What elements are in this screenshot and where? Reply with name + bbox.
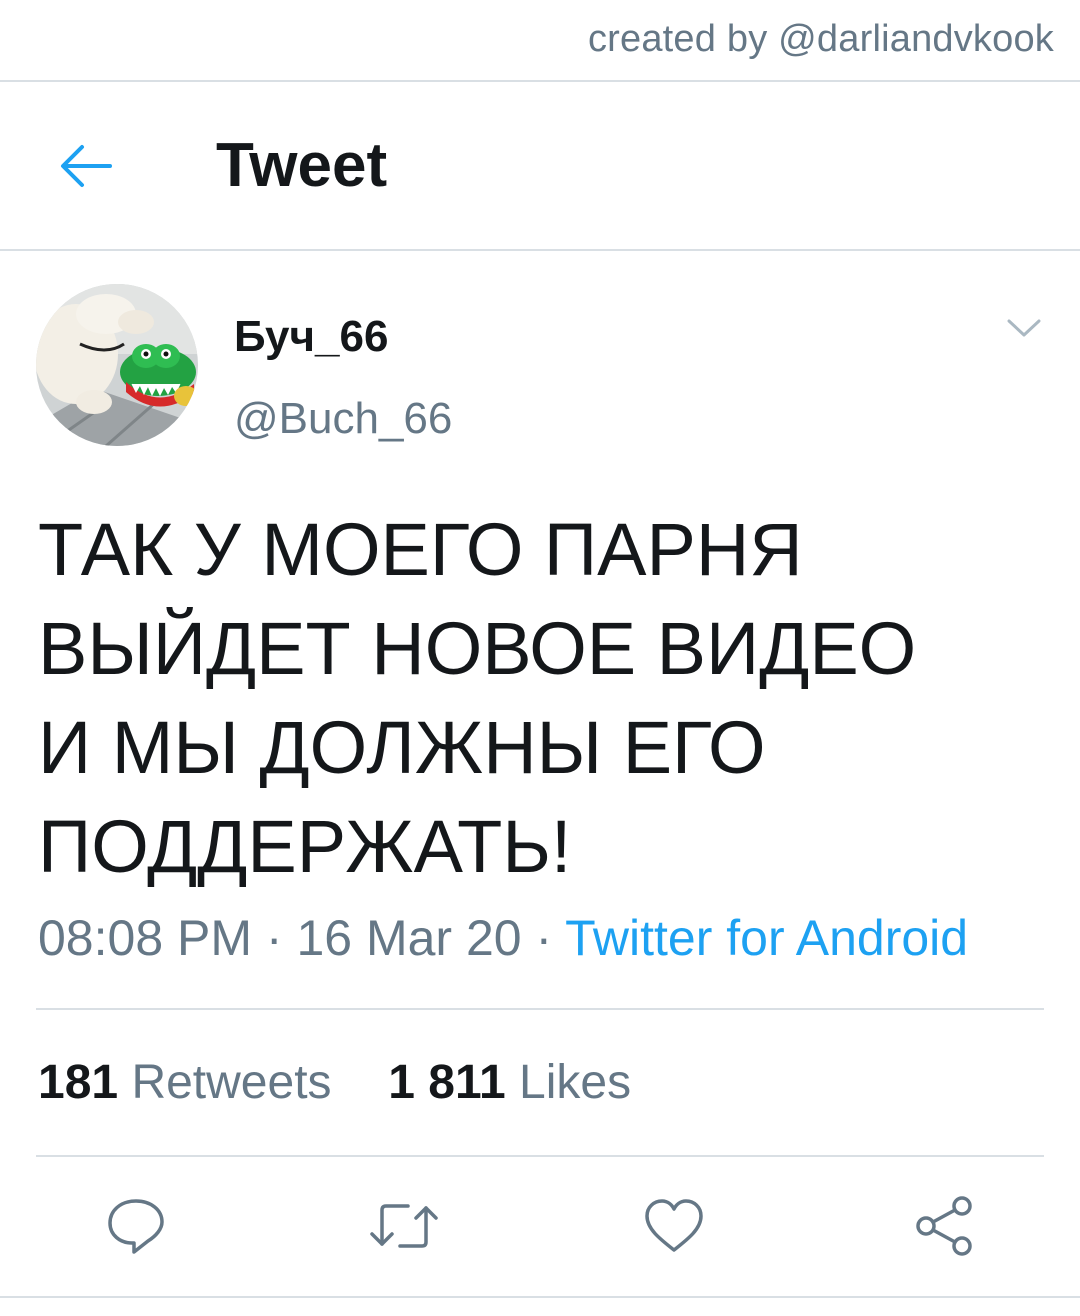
arrow-left-icon [61,145,112,187]
back-button[interactable] [54,134,118,198]
tweet-text: ТАК У МОЕГО ПАРНЯ ВЫЙДЕТ НОВОЕ ВИДЕО И М… [38,500,1048,896]
top-app-bar: Tweet [0,82,1080,250]
tweet-source-link[interactable]: Twitter for Android [565,910,968,966]
likes-label: Likes [519,1056,632,1109]
tweet-options-button[interactable] [1002,310,1046,346]
share-button[interactable] [904,1186,984,1266]
divider [0,1296,1080,1298]
avatar[interactable] [36,284,198,446]
tweet-text-line: ПОДДЕРЖАТЬ! [38,805,572,888]
tweet-stats: 181 Retweets 1 811 Likes [38,1052,631,1114]
tweet-metadata: 08:08 PM · 16 Mar 20 · Twitter for Andro… [38,906,968,970]
divider [36,1155,1044,1157]
tweet-actions-bar [0,1186,1080,1266]
tweet-text-line: ВЫЙДЕТ НОВОЕ ВИДЕО [38,607,917,690]
retweet-icon [370,1204,438,1248]
divider [36,1008,1044,1010]
meta-separator: · [521,910,566,966]
retweets-label: Retweets [131,1056,332,1109]
reply-button[interactable] [96,1186,176,1266]
meta-separator: · [252,910,297,966]
tweet-time: 08:08 PM [38,910,253,966]
like-button[interactable] [634,1186,714,1266]
retweets-count: 181 [38,1056,119,1109]
retweets-stat[interactable]: 181 Retweets [38,1056,332,1109]
likes-count: 1 811 [388,1056,506,1109]
like-heart-icon [645,1199,703,1252]
tweet-text-line: ТАК У МОЕГО ПАРНЯ [38,508,803,591]
author-handle[interactable]: @Buch_66 [234,392,452,446]
dog-with-crocodile-toy-photo [36,284,198,446]
divider [0,249,1080,251]
chevron-down-icon [1007,319,1041,337]
share-icon [916,1196,972,1256]
page-title: Tweet [216,131,388,200]
likes-stat[interactable]: 1 811 Likes [388,1056,631,1109]
retweet-button[interactable] [364,1186,444,1266]
tweet-text-line: И МЫ ДОЛЖНЫ ЕГО [38,706,766,789]
reply-icon [108,1199,164,1254]
author-display-name[interactable]: Буч_66 [234,310,388,364]
tweet-date: 16 Mar 20 [296,910,522,966]
creator-watermark: created by @darliandvkook [587,18,1054,60]
